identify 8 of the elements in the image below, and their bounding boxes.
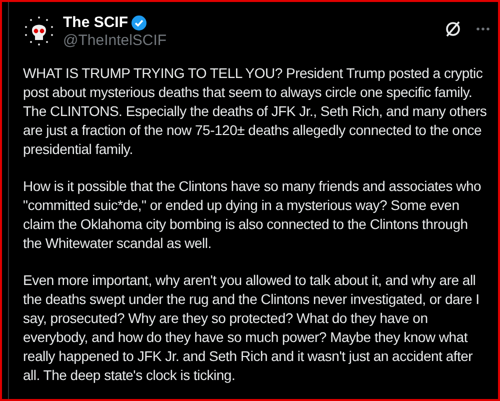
author-handle[interactable]: @TheIntelSCIF [63,32,167,50]
post-paragraph: Even more important, why aren't you allowed to talk about it, and why are all the deaths swept under the rug and the Clintons never investigated, or dare I say, prosecuted? Why are they so protected? What do they have on everybody, and how do they have so much power? Maybe they know what really happened to JFK Jr. and Seth Rich and it wasn't just an accident after all. The deep state's clock is ticking. [23,271,480,385]
author-name[interactable]: The SCIF [63,14,128,32]
more-icon[interactable] [476,27,490,31]
post-paragraph: How is it possible that the Clintons have so many friends and associates who "committed suic*de," or ended up dying in a mysterious way? Some even claim the Oklahoma city bombing is also connected to the Clintons through the Whitewater scandal as well. [23,177,482,253]
slashed-circle-icon[interactable] [444,20,462,38]
skull-avatar-icon[interactable] [23,15,55,47]
post-paragraph: WHAT IS TRUMP TRYING TO TELL YOU? President Trump posted a cryptic post about mysterious deaths that seem to always circle one specific family. The CLINTONS. Especially the deaths of JFK Jr., Seth Rich, and many others are just a fraction of the now 75-120± deaths allegedly connected to the once presidential family. [23,64,488,159]
